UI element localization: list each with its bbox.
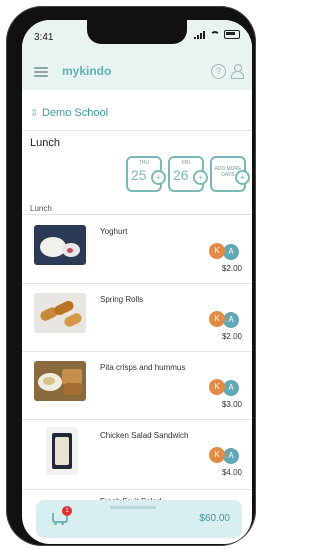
signal-icon xyxy=(194,30,206,39)
school-selector[interactable]: ⇳ Demo School xyxy=(22,90,252,131)
status-time: 3:41 xyxy=(34,32,54,43)
add-date-icon: + xyxy=(151,170,166,185)
item-badges: K A xyxy=(209,311,240,329)
add-date-icon: + xyxy=(193,170,208,185)
battery-icon xyxy=(224,30,240,39)
item-price: $4.00 xyxy=(221,468,242,477)
phone-frame: 3:41 mykindo ? ⇳ Demo School Lunch THU 2… xyxy=(6,6,256,546)
list-item[interactable]: Pita crisps and hummus K A $3.00 xyxy=(22,351,252,420)
cart-count-badge: 1 xyxy=(62,506,72,516)
date-tile-add-more[interactable]: ADD MORE DAYS + xyxy=(210,156,250,192)
help-icon[interactable]: ? xyxy=(211,64,226,79)
item-badges: K A xyxy=(209,447,240,465)
cart-total: $60.00 xyxy=(199,513,230,524)
date-picker: THU 25 + FRI 26 + ADD MORE DAYS + xyxy=(126,156,250,192)
school-name: Demo School xyxy=(42,107,109,119)
item-name: Chicken Salad Sandwich xyxy=(100,431,189,440)
list-item[interactable]: Chicken Salad Sandwich K A $4.00 xyxy=(22,419,252,490)
item-thumbnail xyxy=(34,293,86,333)
list-label: Lunch xyxy=(30,204,52,213)
item-name: Yoghurt xyxy=(100,227,128,236)
cart-bar[interactable]: 1 $60.00 xyxy=(36,500,242,538)
date-tile-fri[interactable]: FRI 26 + xyxy=(168,156,208,192)
school-selector-icon: ⇳ xyxy=(30,108,39,119)
date-dow: FRI xyxy=(181,160,191,166)
date-tile-thu[interactable]: THU 25 + xyxy=(126,156,166,192)
item-badges: K A xyxy=(209,243,240,261)
drag-handle[interactable] xyxy=(110,506,156,509)
wifi-icon xyxy=(210,30,220,39)
item-name: Pita crisps and hummus xyxy=(100,363,186,372)
badge-k: K xyxy=(209,243,225,259)
item-thumbnail xyxy=(34,361,86,401)
status-icons xyxy=(194,30,240,39)
item-price: $2.00 xyxy=(221,332,242,341)
item-price: $2.00 xyxy=(221,264,242,273)
item-thumbnail xyxy=(46,427,78,475)
item-thumbnail xyxy=(34,225,86,265)
badge-k: K xyxy=(209,379,225,395)
list-item[interactable]: Spring Rolls K A $2.00 xyxy=(22,283,252,352)
notch xyxy=(87,20,187,44)
badge-k: K xyxy=(209,447,225,463)
item-badges: K A xyxy=(209,379,240,397)
phone-screen: 3:41 mykindo ? ⇳ Demo School Lunch THU 2… xyxy=(22,20,252,544)
add-date-icon: + xyxy=(235,170,250,185)
hamburger-icon[interactable] xyxy=(34,67,48,77)
brand-logo: mykindo xyxy=(62,64,112,78)
date-day: 25 xyxy=(131,167,147,183)
section-title: Lunch xyxy=(30,137,60,149)
user-icon[interactable] xyxy=(230,64,244,79)
item-name: Spring Rolls xyxy=(100,295,144,304)
list-item[interactable]: Yoghurt K A $2.00 xyxy=(22,215,252,284)
app-bar: mykindo ? xyxy=(22,54,252,90)
date-dow: THU xyxy=(138,160,150,166)
badge-k: K xyxy=(209,311,225,327)
item-price: $3.00 xyxy=(221,400,242,409)
date-day: 26 xyxy=(173,167,189,183)
